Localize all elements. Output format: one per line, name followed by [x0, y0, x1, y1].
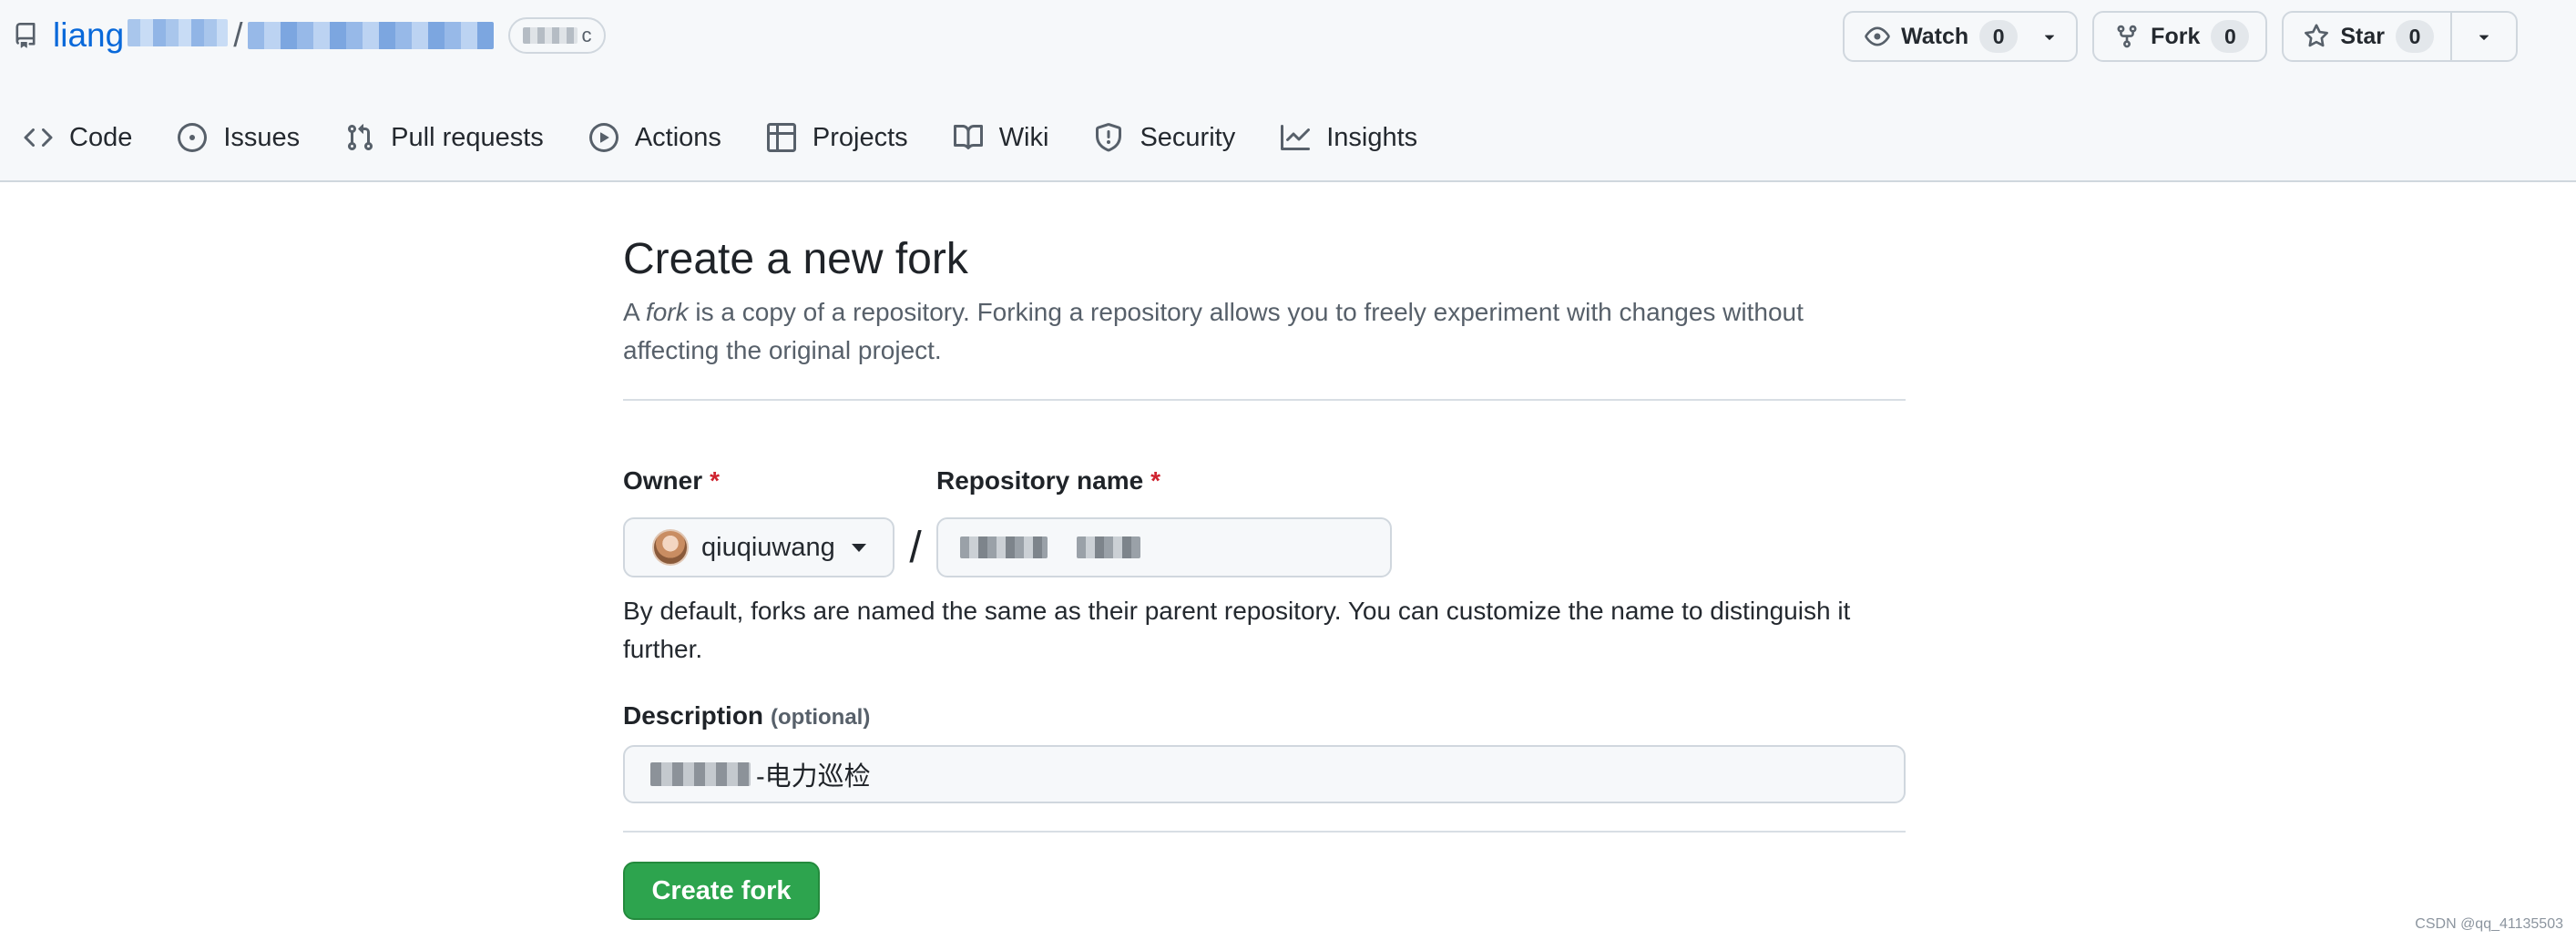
fork-count: 0 [2211, 20, 2250, 53]
table-icon [766, 123, 796, 152]
repo-owner-text: liang [53, 16, 125, 54]
eye-icon [1865, 26, 1890, 46]
fork-label: Fork [2151, 23, 2201, 49]
triangle-down-icon [2479, 35, 2489, 40]
triangle-down-icon [2045, 35, 2055, 40]
visibility-badge: c [508, 17, 607, 54]
watch-button[interactable]: Watch 0 [1845, 13, 2034, 60]
intro-emphasis: fork [645, 298, 689, 326]
tab-label: Actions [634, 122, 721, 152]
repo-name-redacted [1077, 536, 1140, 558]
create-fork-form: Create a new fork A fork is a copy of a … [623, 228, 1906, 920]
watermark: CSDN @qq_41135503 [2415, 916, 2563, 932]
repo-path-separator: / [233, 16, 243, 54]
description-input[interactable]: -电力巡检 [623, 745, 1906, 803]
tab-label: Projects [812, 122, 908, 152]
owner-select[interactable]: qiuqiuwang [623, 517, 894, 577]
page-title: Create a new fork [623, 235, 968, 283]
tab-actions[interactable]: Actions [588, 122, 721, 153]
repo-owner-link[interactable]: liang [53, 13, 229, 58]
repo-path: liang / [53, 13, 495, 58]
tab-pull-requests[interactable]: Pull requests [345, 123, 544, 153]
star-label: Star [2340, 23, 2385, 49]
repo-forked-icon [2117, 25, 2137, 48]
owner-redacted [128, 19, 229, 46]
owner-value: qiuqiuwang [701, 532, 835, 562]
tab-code[interactable]: Code [24, 123, 132, 153]
divider [623, 399, 1906, 401]
badge-text: c [581, 24, 592, 46]
watch-button-group: Watch 0 [1843, 11, 2079, 62]
code-icon [24, 128, 53, 148]
tab-label: Wiki [998, 122, 1049, 152]
description-label-row: Description (optional) [623, 701, 870, 731]
tab-label: Code [69, 122, 133, 152]
watch-label: Watch [1901, 23, 1969, 49]
star-icon [2305, 24, 2329, 47]
description-label: Description [623, 701, 764, 730]
repo-name-input[interactable] [936, 517, 1392, 577]
owner-repo-separator: / [909, 523, 922, 572]
watch-count: 0 [1979, 20, 2019, 53]
fork-button[interactable]: Fork 0 [2094, 13, 2265, 60]
intro-text: A fork is a copy of a repository. Forkin… [623, 293, 1906, 370]
name-labels-row: Owner * Repository name * [623, 466, 1160, 496]
repo-header: liang / c Watch 0 Fork 0 Star 0 Code Iss… [0, 0, 2576, 182]
star-button[interactable]: Star 0 [2284, 13, 2450, 60]
repo-title-row: liang / c [13, 13, 607, 58]
name-inputs-row: qiuqiuwang / [623, 517, 1392, 577]
owner-label: Owner * [623, 466, 936, 496]
repo-name-help-text: By default, forks are named the same as … [623, 597, 1851, 663]
owner-label-text: Owner [623, 466, 703, 495]
description-redacted [650, 762, 751, 786]
optional-tag: (optional) [771, 705, 871, 730]
tab-insights[interactable]: Insights [1281, 123, 1417, 153]
git-pull-request-icon [348, 124, 373, 151]
chevron-down-icon [851, 543, 866, 552]
repo-name-link-redacted[interactable] [248, 22, 495, 49]
tab-projects[interactable]: Projects [766, 122, 908, 153]
tab-wiki[interactable]: Wiki [953, 122, 1049, 153]
tab-label: Security [1140, 122, 1236, 152]
required-mark: * [1150, 466, 1161, 495]
description-value: -电力巡检 [756, 762, 871, 792]
tab-label: Issues [223, 122, 301, 152]
watch-dropdown[interactable] [2034, 13, 2076, 60]
tab-security[interactable]: Security [1094, 123, 1235, 153]
book-icon [953, 124, 983, 149]
tab-label: Insights [1326, 122, 1418, 152]
intro-suffix: is a copy of a repository. Forking a rep… [623, 298, 1804, 364]
play-icon [588, 123, 618, 152]
tab-label: Pull requests [391, 122, 544, 152]
star-button-group: Star 0 [2282, 11, 2518, 62]
repo-name-label: Repository name * [936, 466, 1160, 496]
repo-icon [13, 23, 38, 48]
repo-name-redacted [960, 536, 1048, 558]
divider [623, 831, 1906, 833]
shield-icon [1096, 123, 1122, 152]
tab-issues[interactable]: Issues [178, 123, 300, 153]
star-dropdown[interactable] [2450, 13, 2516, 60]
fork-button-group: Fork 0 [2092, 11, 2268, 62]
repo-nav: Code Issues Pull requests Actions Projec… [24, 115, 1417, 160]
intro-prefix: A [623, 298, 646, 326]
issue-opened-icon [178, 123, 208, 152]
repo-name-label-text: Repository name [936, 466, 1144, 495]
badge-redacted [523, 27, 578, 44]
required-mark: * [710, 466, 721, 495]
create-fork-button[interactable]: Create fork [623, 862, 820, 920]
star-count: 0 [2396, 20, 2434, 53]
graph-icon [1281, 125, 1311, 150]
avatar [652, 529, 689, 566]
repo-actions: Watch 0 Fork 0 Star 0 [1843, 11, 2518, 62]
